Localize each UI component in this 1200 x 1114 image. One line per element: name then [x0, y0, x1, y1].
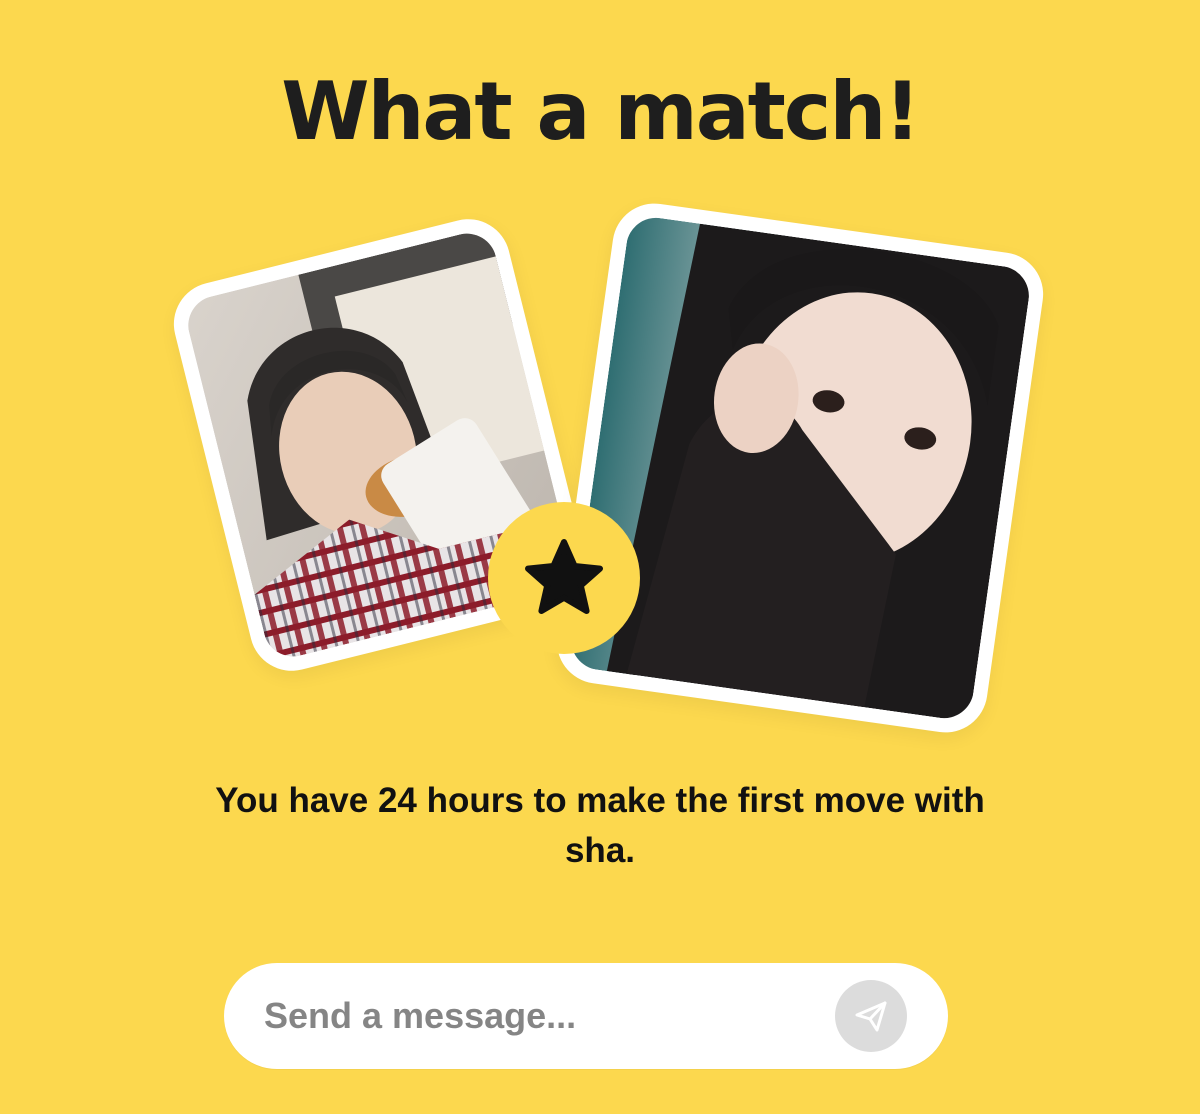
- send-button[interactable]: [835, 980, 907, 1052]
- match-photo: [567, 213, 1033, 723]
- star-icon: [522, 536, 606, 620]
- page-title: What a match!: [281, 65, 921, 158]
- match-star-badge: [488, 502, 640, 654]
- message-input[interactable]: [264, 963, 824, 1069]
- message-composer: [224, 963, 948, 1069]
- paper-plane-icon: [853, 998, 889, 1034]
- match-photo-image: [567, 213, 1033, 723]
- match-subtitle: You have 24 hours to make the first move…: [215, 781, 985, 870]
- match-photo-card: [551, 198, 1049, 738]
